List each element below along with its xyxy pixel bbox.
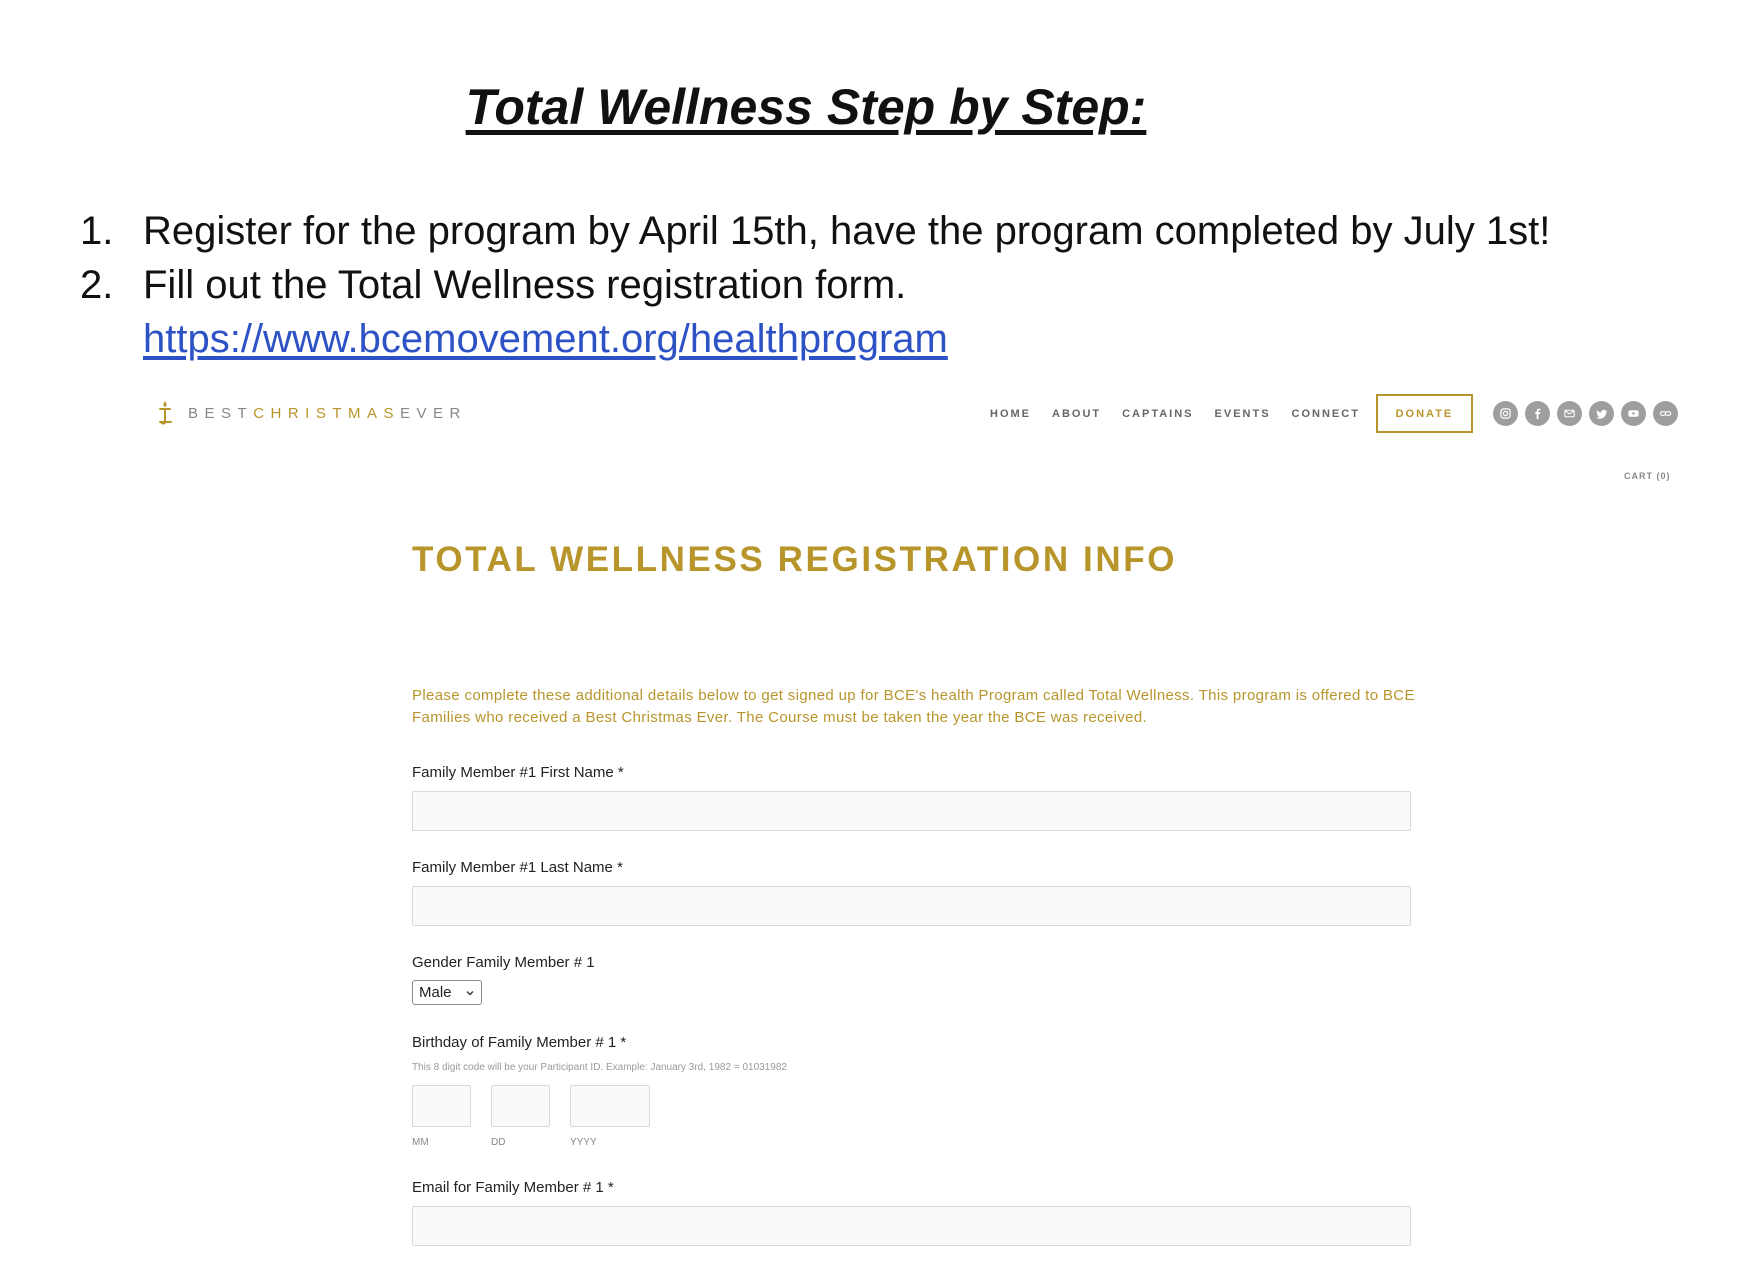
- email-input[interactable]: [412, 1206, 1411, 1246]
- step-item: 1. Register for the program by April 15t…: [80, 204, 1550, 258]
- step-item: 2. Fill out the Total Wellness registrat…: [80, 258, 1550, 366]
- facebook-icon[interactable]: [1524, 401, 1550, 426]
- gender-selected-value: Male: [419, 984, 452, 1001]
- step-text: Register for the program by April 15th, …: [143, 209, 1551, 253]
- steps-list: 1. Register for the program by April 15t…: [80, 204, 1550, 366]
- birthday-hint: This 8 digit code will be your Participa…: [412, 1062, 787, 1073]
- nav-captains[interactable]: CAPTAINS: [1122, 408, 1193, 420]
- birthday-year-input[interactable]: [570, 1085, 650, 1127]
- link-icon[interactable]: [1652, 401, 1678, 426]
- email-label: Email for Family Member # 1 *: [412, 1179, 614, 1196]
- document-title: Total Wellness Step by Step:: [465, 79, 1147, 135]
- day-caption: DD: [491, 1137, 506, 1148]
- instagram-icon[interactable]: [1492, 401, 1518, 426]
- step-text: Fill out the Total Wellness registration…: [143, 263, 907, 307]
- last-name-input[interactable]: [412, 886, 1411, 926]
- logo-part-ever: EVER: [400, 404, 467, 422]
- nav-home[interactable]: HOME: [990, 408, 1031, 420]
- nav-about[interactable]: ABOUT: [1052, 408, 1101, 420]
- youtube-icon[interactable]: [1620, 401, 1646, 426]
- step-number: 1.: [80, 209, 114, 253]
- year-caption: YYYY: [570, 1137, 597, 1148]
- birthday-label: Birthday of Family Member # 1 *: [412, 1034, 627, 1051]
- first-name-input[interactable]: [412, 791, 1411, 831]
- social-links: [1492, 401, 1678, 426]
- first-name-label: Family Member #1 First Name *: [412, 764, 624, 781]
- nav-connect[interactable]: CONNECT: [1292, 408, 1360, 420]
- last-name-label: Family Member #1 Last Name *: [412, 859, 623, 876]
- logo-part-christmas: CHRISTMAS: [253, 404, 401, 422]
- gender-select[interactable]: Male: [412, 980, 482, 1005]
- birthday-day-input[interactable]: [491, 1085, 550, 1127]
- intro-text: Please complete these additional details…: [412, 687, 1415, 726]
- website-screenshot: BESTCHRISTMASEVER HOME ABOUT CAPTAINS EV…: [0, 380, 1745, 1270]
- twitter-icon[interactable]: [1588, 401, 1614, 426]
- logo-text: BESTCHRISTMASEVER: [188, 405, 467, 422]
- month-caption: MM: [412, 1137, 429, 1148]
- candle-icon: [159, 401, 172, 425]
- main-nav: HOME ABOUT CAPTAINS EVENTS CONNECT DONAT…: [990, 394, 1678, 433]
- donate-button[interactable]: DONATE: [1375, 394, 1473, 433]
- nav-events[interactable]: EVENTS: [1215, 408, 1271, 420]
- cart-link[interactable]: CART (0): [1624, 471, 1671, 481]
- gender-label: Gender Family Member # 1: [412, 954, 595, 971]
- registration-heading: TOTAL WELLNESS REGISTRATION INFO: [412, 540, 1178, 579]
- chevron-down-icon: [466, 990, 474, 995]
- birthday-month-input[interactable]: [412, 1085, 471, 1127]
- site-logo[interactable]: BESTCHRISTMASEVER: [156, 398, 467, 428]
- registration-link[interactable]: https://www.bcemovement.org/healthprogra…: [143, 312, 1550, 366]
- logo-part-best: BEST: [188, 404, 254, 422]
- email-icon[interactable]: [1556, 401, 1582, 426]
- step-number: 2.: [80, 263, 114, 307]
